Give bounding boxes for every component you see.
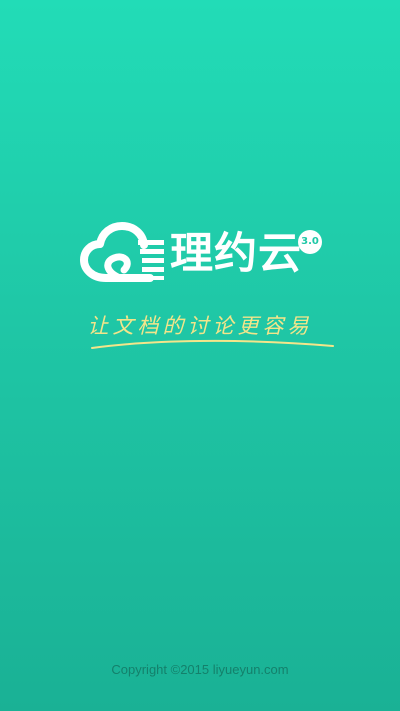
brand-name: 理约云 <box>170 229 302 279</box>
splash-screen: 理约云 3.0 让文档的讨论更容易 Copyright ©2015 liyuey… <box>0 0 400 711</box>
app-logo: 理约云 3.0 <box>80 222 325 292</box>
copyright-text: Copyright ©2015 liyueyun.com <box>111 662 289 677</box>
cloud-document-icon <box>80 222 164 282</box>
slogan-underline <box>91 339 334 349</box>
version-badge: 3.0 <box>298 230 322 254</box>
